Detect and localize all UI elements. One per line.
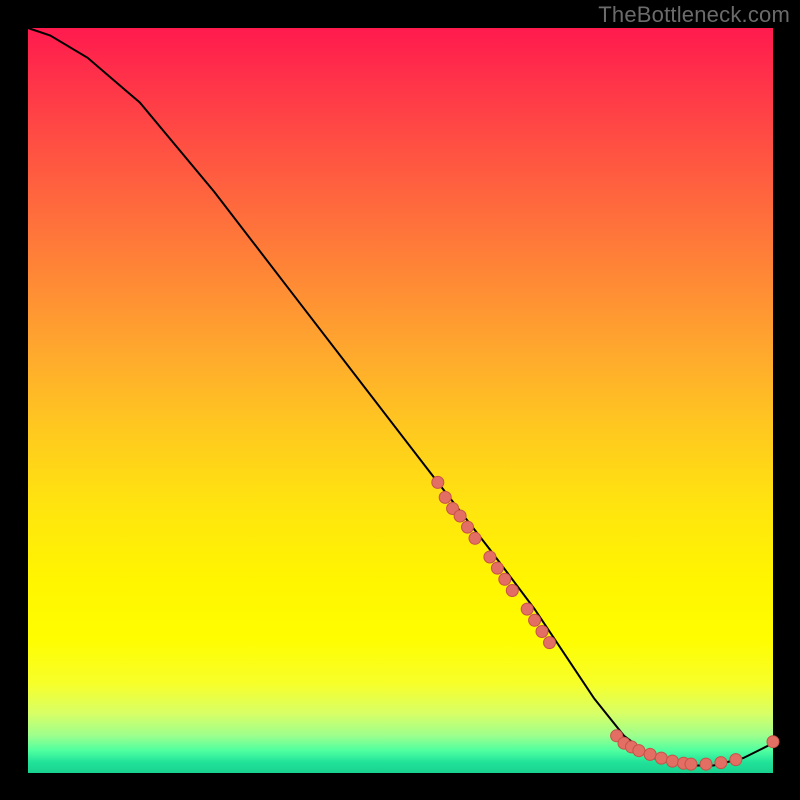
data-marker [529, 614, 541, 626]
data-marker [666, 755, 678, 767]
data-marker [454, 510, 466, 522]
data-marker [715, 757, 727, 769]
plot-overlay [28, 28, 773, 773]
data-marker [655, 752, 667, 764]
data-marker [700, 758, 712, 770]
data-marker [506, 585, 518, 597]
bottleneck-curve [28, 28, 773, 766]
data-marker [544, 637, 556, 649]
data-marker [644, 748, 656, 760]
data-marker [685, 758, 697, 770]
data-marker [491, 562, 503, 574]
data-markers [432, 476, 779, 770]
data-marker [536, 626, 548, 638]
data-marker [439, 491, 451, 503]
data-marker [730, 754, 742, 766]
data-marker [767, 736, 779, 748]
attribution-label: TheBottleneck.com [598, 2, 790, 28]
data-marker [521, 603, 533, 615]
data-marker [484, 551, 496, 563]
chart-frame: TheBottleneck.com [0, 0, 800, 800]
data-marker [469, 532, 481, 544]
data-marker [499, 573, 511, 585]
data-marker [633, 745, 645, 757]
data-marker [432, 476, 444, 488]
data-marker [462, 521, 474, 533]
